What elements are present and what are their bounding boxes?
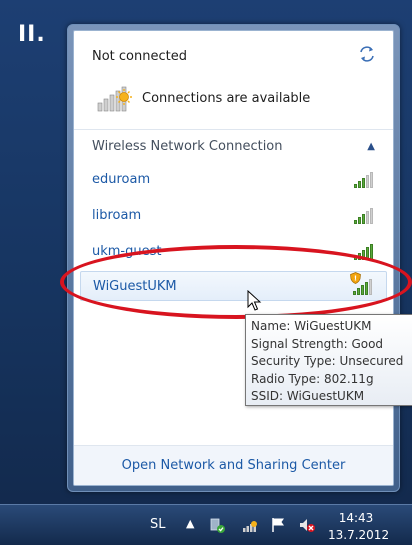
tooltip-security: Security Type: Unsecured (251, 354, 404, 368)
network-item-libroam[interactable]: libroam (80, 200, 387, 230)
divider (74, 129, 393, 130)
network-name: eduroam (92, 171, 151, 187)
figure-label: II. (18, 22, 46, 47)
network-item-wiguestukm[interactable]: WiGuestUKM ! (80, 271, 387, 301)
network-name: ukm-guest (92, 243, 162, 259)
show-hidden-icons-arrow[interactable]: ▲ (186, 517, 194, 530)
connection-status: Not connected (92, 49, 187, 64)
tooltip-name: Name: WiGuestUKM (251, 319, 372, 333)
taskbar: SL ▲ 14:43 13.7.2012 (0, 504, 412, 545)
tooltip-ssid: SSID: WiGuestUKM (251, 389, 365, 403)
connections-available-text: Connections are available (142, 90, 311, 106)
network-panel: Not connected Connections are available … (73, 30, 394, 486)
network-name: libroam (92, 207, 142, 223)
mouse-cursor-icon (247, 290, 262, 311)
signal-strength-icon (354, 170, 373, 188)
action-center-flag-icon[interactable] (270, 516, 288, 534)
signal-with-warning: ! (350, 272, 372, 295)
refresh-icon[interactable] (357, 45, 377, 63)
svg-text:!: ! (354, 275, 357, 283)
chevron-up-icon[interactable]: ▲ (367, 141, 375, 152)
taskbar-clock[interactable]: 14:43 13.7.2012 (328, 510, 390, 544)
network-item-eduroam[interactable]: eduroam (80, 164, 387, 194)
shield-warning-icon: ! (350, 272, 361, 284)
tooltip-signal: Signal Strength: Good (251, 336, 384, 351)
safely-remove-hardware-icon[interactable] (208, 516, 226, 534)
language-indicator[interactable]: SL (150, 517, 166, 532)
volume-muted-icon[interactable] (298, 516, 316, 534)
network-tooltip: Name: WiGuestUKM Signal Strength: Good S… (245, 314, 412, 406)
tooltip-radio: Radio Type: 802.11g (251, 371, 374, 386)
connections-available-row: Connections are available (96, 83, 310, 113)
signal-strength-icon (354, 242, 373, 260)
network-name: WiGuestUKM (93, 278, 177, 294)
section-title: Wireless Network Connection (92, 138, 283, 154)
network-item-ukm-guest[interactable]: ukm-guest (80, 236, 387, 266)
network-flyout: Not connected Connections are available … (67, 24, 400, 492)
network-icon[interactable] (242, 516, 260, 534)
network-sun-icon (97, 86, 132, 112)
open-network-sharing-center-link[interactable]: Open Network and Sharing Center (122, 458, 346, 473)
signal-strength-icon (354, 206, 373, 224)
clock-date: 13.7.2012 (328, 528, 390, 542)
wireless-section-header[interactable]: Wireless Network Connection ▲ (92, 137, 375, 155)
clock-time: 14:43 (338, 511, 374, 525)
panel-footer: Open Network and Sharing Center (74, 446, 393, 485)
